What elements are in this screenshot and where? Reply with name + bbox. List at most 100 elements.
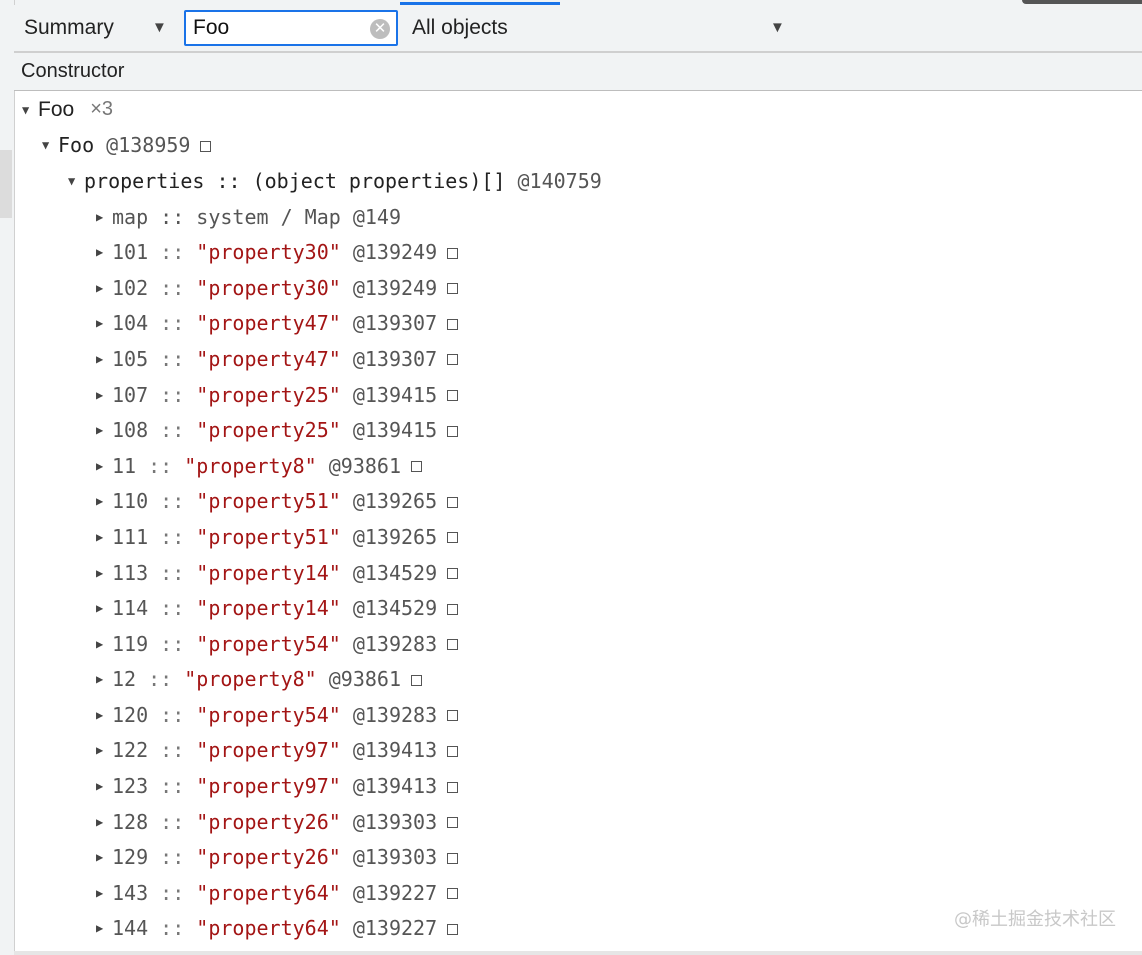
group-row-foo[interactable]: ▼ Foo ×3 (14, 92, 1142, 128)
profiles-sidebar-edge[interactable] (0, 0, 15, 955)
square-icon[interactable] (447, 247, 459, 259)
property-row[interactable]: ▶ 128 :: "property26" @139303 (14, 804, 1142, 840)
property-row[interactable]: ▶ 105 :: "property47" @139307 (14, 341, 1142, 377)
property-key: 143 (112, 880, 149, 905)
instance-row-foo[interactable]: ▼ Foo @138959 (14, 128, 1142, 164)
square-icon[interactable] (447, 496, 459, 508)
property-key: 110 (112, 489, 149, 514)
square-icon[interactable] (447, 603, 459, 615)
square-icon[interactable] (447, 817, 459, 829)
instance-name: Foo (58, 133, 95, 158)
square-icon[interactable] (447, 923, 459, 935)
triangle-down-icon[interactable]: ▼ (42, 138, 56, 152)
triangle-right-icon[interactable]: ▶ (96, 530, 110, 544)
square-icon[interactable] (447, 852, 459, 864)
property-row[interactable]: ▶ 113 :: "property14" @134529 (14, 555, 1142, 591)
property-row[interactable]: ▶ 108 :: "property25" @139415 (14, 412, 1142, 448)
property-key: 129 (112, 845, 149, 870)
triangle-right-icon[interactable]: ▶ (96, 743, 110, 757)
square-icon[interactable] (447, 354, 459, 366)
map-row[interactable]: ▶ map :: system / Map @149 (14, 199, 1142, 235)
square-icon[interactable] (411, 674, 423, 686)
triangle-right-icon[interactable]: ▶ (96, 672, 110, 686)
property-id: @139265 (352, 524, 438, 549)
triangle-right-icon[interactable]: ▶ (96, 921, 110, 935)
clear-icon[interactable]: ✕ (370, 19, 390, 39)
square-icon[interactable] (447, 532, 459, 544)
property-row[interactable]: ▶ 12 :: "property8" @93861 (14, 662, 1142, 698)
property-row[interactable]: ▶ 129 :: "property26" @139303 (14, 839, 1142, 875)
property-key: 11 (112, 453, 137, 478)
triangle-down-icon[interactable]: ▼ (68, 174, 82, 188)
triangle-right-icon[interactable]: ▶ (96, 815, 110, 829)
square-icon[interactable] (447, 568, 459, 580)
constructor-column-header[interactable]: Constructor (14, 60, 124, 83)
triangle-right-icon[interactable]: ▶ (96, 459, 110, 473)
triangle-right-icon[interactable]: ▶ (96, 352, 110, 366)
property-id: @139249 (352, 240, 438, 265)
triangle-right-icon[interactable]: ▶ (96, 566, 110, 580)
square-icon[interactable] (447, 425, 459, 437)
property-key: 108 (112, 418, 149, 443)
square-icon[interactable] (447, 781, 459, 793)
square-icon[interactable] (447, 710, 459, 722)
property-value: "property8" (184, 667, 317, 692)
triangle-right-icon[interactable]: ▶ (96, 708, 110, 722)
property-id: @134529 (352, 596, 438, 621)
view-select-label: Summary (24, 16, 114, 39)
triangle-right-icon[interactable]: ▶ (96, 245, 110, 259)
square-icon[interactable] (200, 140, 212, 152)
property-row[interactable]: ▶ 119 :: "property54" @139283 (14, 626, 1142, 662)
property-key: 12 (112, 667, 137, 692)
square-icon[interactable] (411, 461, 423, 473)
property-key: 104 (112, 311, 149, 336)
triangle-right-icon[interactable]: ▶ (96, 886, 110, 900)
square-icon[interactable] (447, 888, 459, 900)
property-row[interactable]: ▶ 122 :: "property97" @139413 (14, 733, 1142, 769)
property-row[interactable]: ▶ 104 :: "property47" @139307 (14, 306, 1142, 342)
heap-snapshot-toolbar: Summary ▼ Foo ✕ All objects ▼ (14, 5, 1142, 52)
triangle-right-icon[interactable]: ▶ (96, 388, 110, 402)
property-key: 120 (112, 702, 149, 727)
square-icon[interactable] (447, 283, 459, 295)
view-select[interactable]: Summary ▼ (14, 5, 184, 51)
instance-count: ×3 (90, 98, 113, 121)
property-row[interactable]: ▶ 123 :: "property97" @139413 (14, 768, 1142, 804)
property-row[interactable]: ▶ 120 :: "property54" @139283 (14, 697, 1142, 733)
object-scope-select[interactable]: All objects ▼ (398, 5, 788, 51)
property-id: @139415 (352, 382, 438, 407)
property-id: @139265 (352, 489, 438, 514)
property-value: "property14" (196, 596, 341, 621)
properties-row[interactable]: ▼ properties :: (object properties)[] @1… (14, 163, 1142, 199)
triangle-right-icon[interactable]: ▶ (96, 316, 110, 330)
property-row[interactable]: ▶ 107 :: "property25" @139415 (14, 377, 1142, 413)
triangle-down-icon[interactable]: ▼ (22, 103, 36, 117)
property-value: "property97" (196, 738, 341, 763)
square-icon[interactable] (447, 639, 459, 651)
square-icon[interactable] (447, 745, 459, 757)
property-row[interactable]: ▶ 114 :: "property14" @134529 (14, 590, 1142, 626)
triangle-right-icon[interactable]: ▶ (96, 281, 110, 295)
triangle-right-icon[interactable]: ▶ (96, 601, 110, 615)
property-separator: :: (148, 880, 197, 905)
triangle-right-icon[interactable]: ▶ (96, 637, 110, 651)
property-value: "property25" (196, 418, 341, 443)
square-icon[interactable] (447, 318, 459, 330)
property-row[interactable]: ▶ 102 :: "property30" @139249 (14, 270, 1142, 306)
property-row[interactable]: ▶ 110 :: "property51" @139265 (14, 484, 1142, 520)
map-label: map :: system / Map (112, 204, 341, 229)
property-row[interactable]: ▶ 11 :: "property8" @93861 (14, 448, 1142, 484)
property-value: "property97" (196, 774, 341, 799)
property-row[interactable]: ▶ 101 :: "property30" @139249 (14, 234, 1142, 270)
triangle-right-icon[interactable]: ▶ (96, 850, 110, 864)
class-filter-input[interactable]: Foo ✕ (184, 10, 398, 46)
square-icon[interactable] (447, 390, 459, 402)
property-id: @134529 (352, 560, 438, 585)
triangle-right-icon[interactable]: ▶ (96, 210, 110, 224)
property-value: "property54" (196, 631, 341, 656)
triangle-right-icon[interactable]: ▶ (96, 423, 110, 437)
triangle-right-icon[interactable]: ▶ (96, 494, 110, 508)
watermark: @稀土掘金技术社区 (954, 909, 1116, 930)
property-row[interactable]: ▶ 111 :: "property51" @139265 (14, 519, 1142, 555)
triangle-right-icon[interactable]: ▶ (96, 779, 110, 793)
